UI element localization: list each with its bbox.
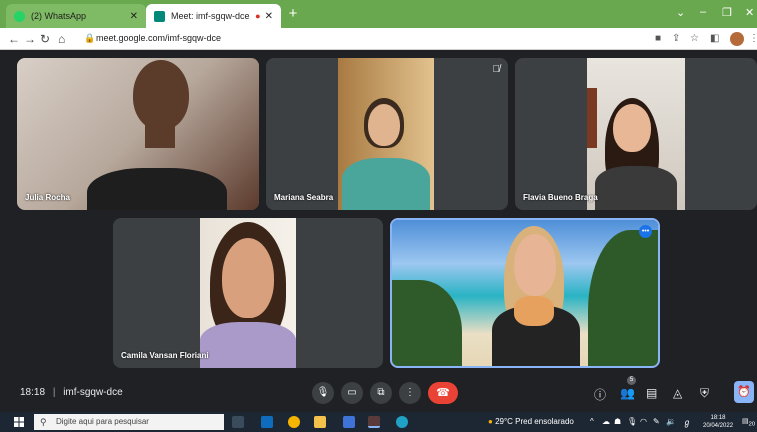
tab-whatsapp[interactable]: (2) WhatsApp ✕ (6, 4, 146, 28)
search-icon: ⚲ (40, 417, 47, 427)
reload-icon[interactable]: ↻ (40, 32, 50, 46)
address-bar: ← → ↻ ⌂ 🔒 meet.google.com/imf-sgqw-dce ■… (0, 28, 757, 50)
participant-name: Julia Rocha (25, 193, 70, 202)
notification-count: 20 (748, 421, 756, 428)
participant-tile[interactable]: Camila Vansan Floriani (113, 218, 383, 368)
participant-video (587, 58, 685, 210)
close-window-button[interactable]: ✕ (745, 6, 754, 19)
participant-tile[interactable]: Flavia Bueno Braga (515, 58, 757, 210)
participant-tile[interactable]: Julia Rocha (17, 58, 259, 210)
chrome-icon[interactable] (288, 416, 300, 428)
url-field[interactable]: meet.google.com/imf-sgqw-dce (96, 33, 221, 43)
weather-text: 29°C Pred ensolarado (495, 417, 574, 426)
tab-title: Meet: imf-sgqw-dce (171, 11, 250, 21)
participant-name: Camila Vansan Floriani (121, 351, 209, 360)
windows-start-icon[interactable] (14, 417, 24, 427)
pen-icon: ✎ (653, 417, 660, 426)
home-icon[interactable]: ⌂ (58, 32, 65, 46)
new-tab-button[interactable]: + (285, 6, 301, 22)
tab-title: (2) WhatsApp (31, 11, 87, 21)
windows-taskbar: ⚲ Digite aqui para pesquisar ● 29°C Pred… (0, 412, 757, 432)
activities-icon[interactable]: ◬ (673, 386, 682, 400)
chevron-down-icon[interactable]: ⌄ (676, 6, 685, 19)
store-icon[interactable] (343, 416, 355, 428)
info-icon[interactable]: ⓘ (594, 386, 606, 403)
edge-icon[interactable] (396, 416, 408, 428)
notifications-icon[interactable]: ▤20 (742, 417, 755, 427)
people-count-badge: 5 (627, 376, 636, 385)
meeting-controls-bar: 18:18 | imf-sgqw-dce 🎙 ▭ ⧉ ⋮ ☎ ⓘ 👥 5 ▤ ◬… (0, 374, 757, 412)
participant-tile[interactable]: 🎙̸ Mariana Seabra (266, 58, 508, 210)
tab-meet[interactable]: Meet: imf-sgqw-dce ● ✕ (146, 4, 281, 28)
share-icon[interactable]: ⇪ (672, 33, 680, 44)
outlook-icon[interactable] (261, 416, 273, 428)
close-icon[interactable]: ✕ (265, 11, 273, 22)
taskbar-clock[interactable]: 18:18 20/04/2022 (703, 414, 733, 430)
microphone-button[interactable]: 🎙 (312, 382, 334, 404)
minimize-button[interactable]: – (700, 6, 706, 18)
clock-time: 18:18 (710, 415, 726, 421)
volume-icon[interactable]: 🔉 (666, 417, 676, 426)
weather-widget[interactable]: ● 29°C Pred ensolarado (488, 417, 574, 426)
activity-alarm-button[interactable]: ⏰ (734, 381, 754, 403)
meeting-code: imf-sgqw-dce (63, 387, 123, 398)
menu-icon[interactable]: ⋮ (749, 33, 757, 44)
task-view-icon[interactable] (232, 416, 244, 428)
present-button[interactable]: ⧉ (370, 382, 392, 404)
participant-video (338, 58, 434, 210)
taskbar-search-input[interactable]: ⚲ Digite aqui para pesquisar (34, 414, 224, 430)
file-explorer-icon[interactable] (314, 416, 326, 428)
camera-button[interactable]: ▭ (341, 382, 363, 404)
end-call-button[interactable]: ☎ (428, 382, 458, 404)
sidebar-icon[interactable]: ◧ (710, 33, 719, 44)
mic-muted-icon: 🎙̸ (492, 64, 501, 75)
meeting-time: 18:18 (20, 387, 46, 398)
participant-tile-active[interactable]: ••• (390, 218, 660, 368)
cloud-icon: ☁ (602, 417, 610, 426)
lock-icon: 🔒 (84, 33, 96, 43)
network-icon: ☗ (614, 417, 622, 426)
recording-dot-icon: ● (255, 11, 261, 21)
meeting-info: 18:18 | imf-sgqw-dce (20, 387, 123, 398)
participant-name: Mariana Seabra (274, 193, 334, 202)
star-icon[interactable]: ☆ (690, 33, 699, 44)
separator: | (52, 387, 56, 398)
search-placeholder: Digite aqui para pesquisar (56, 417, 149, 426)
language-icon[interactable]: ℊ (683, 417, 691, 428)
browser-tab-bar: (2) WhatsApp ✕ Meet: imf-sgqw-dce ● ✕ + … (0, 0, 757, 28)
tray-chevron-icon[interactable]: ^ (590, 417, 594, 426)
participant-video (392, 220, 658, 366)
mic-tray-icon: 🎙 (627, 417, 638, 426)
meet-icon (154, 10, 165, 22)
people-icon[interactable]: 👥 (620, 386, 635, 400)
more-options-button[interactable]: ⋮ (399, 382, 421, 404)
back-icon[interactable]: ← (8, 32, 20, 46)
chrome-active-icon[interactable] (368, 416, 380, 428)
clock-date: 20/04/2022 (703, 423, 734, 429)
close-icon[interactable]: ✕ (130, 11, 138, 22)
sun-icon: ● (488, 417, 493, 426)
more-options-icon[interactable]: ••• (639, 225, 652, 238)
wifi-icon: ◠ (640, 417, 647, 426)
chat-icon[interactable]: ▤ (646, 386, 657, 400)
camera-icon[interactable]: ■ (655, 33, 661, 44)
maximize-button[interactable]: ❐ (722, 6, 732, 19)
forward-icon[interactable]: → (24, 32, 36, 46)
participant-name: Flavia Bueno Braga (523, 193, 598, 202)
host-controls-icon[interactable]: ⛨ (700, 386, 709, 401)
participant-video (200, 218, 296, 368)
whatsapp-icon (14, 10, 25, 22)
profile-avatar[interactable] (730, 32, 744, 46)
